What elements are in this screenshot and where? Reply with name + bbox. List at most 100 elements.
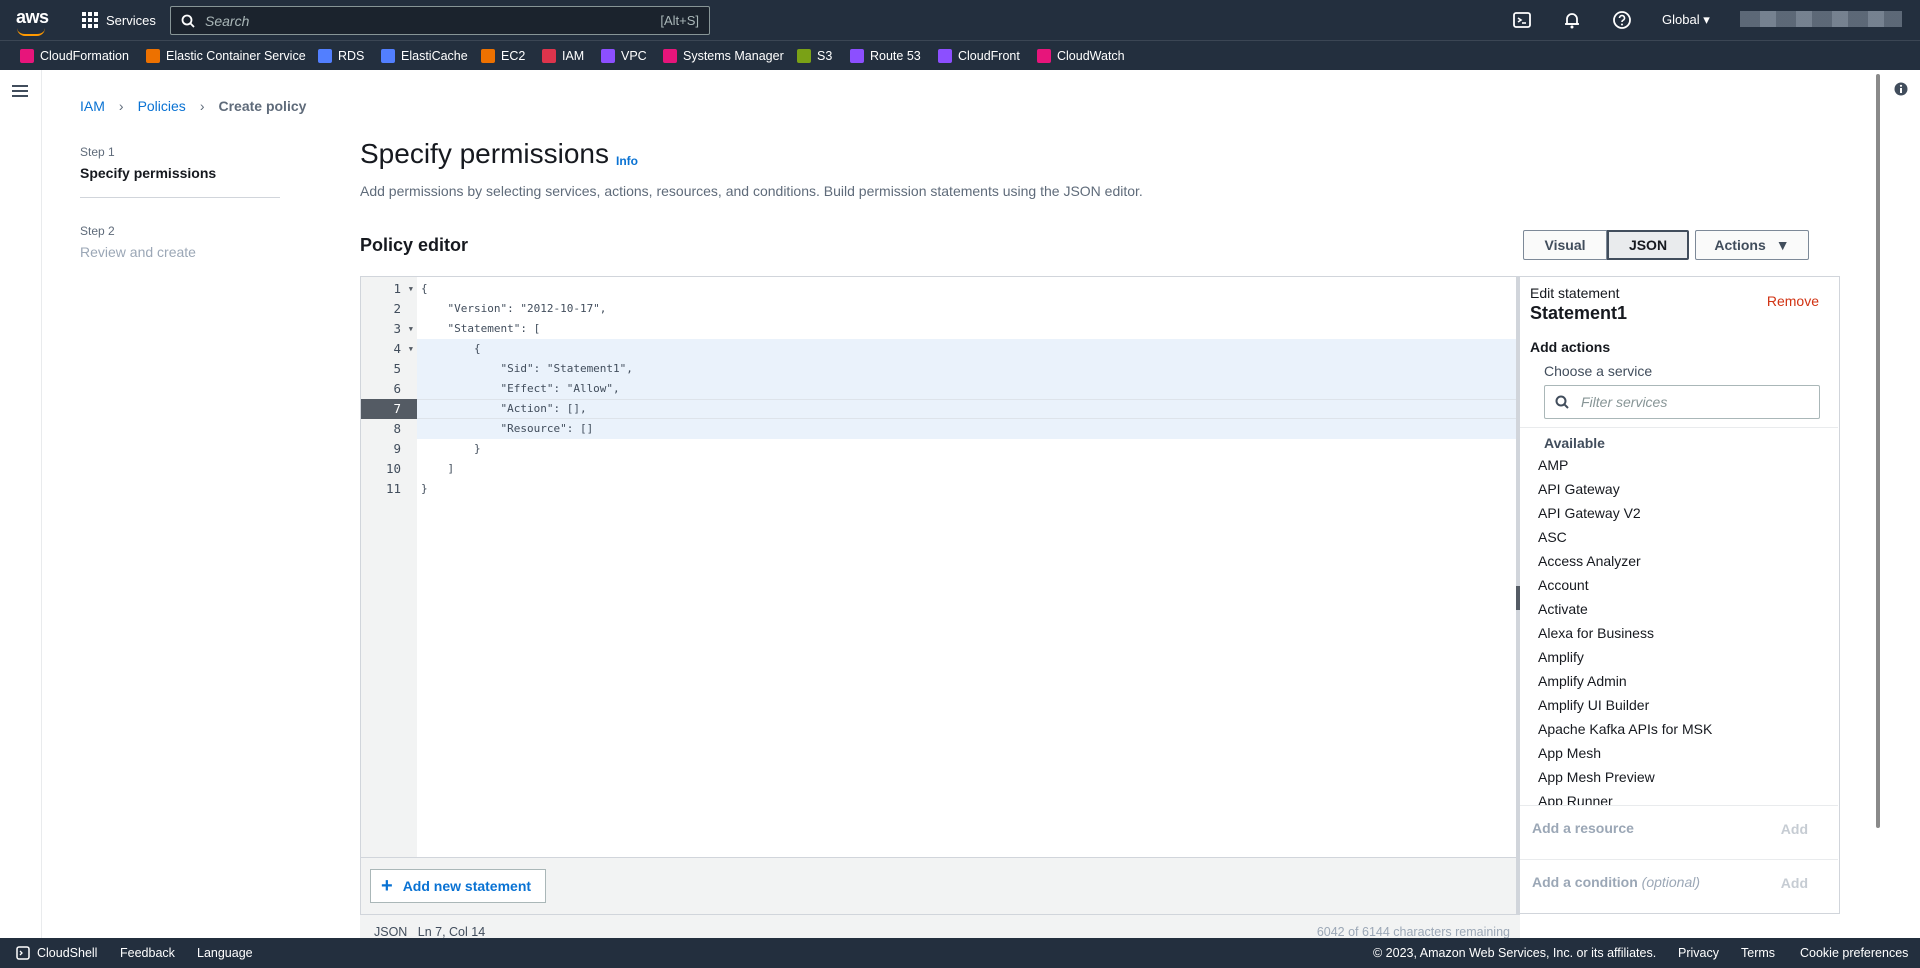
add-condition-label: Add a condition (optional) bbox=[1532, 874, 1700, 890]
add-resource-button[interactable]: Add bbox=[1781, 821, 1808, 837]
page-scrollbar[interactable] bbox=[1876, 74, 1880, 828]
policy-editor-title: Policy editor bbox=[360, 235, 469, 255]
service-item[interactable]: Account bbox=[1538, 577, 1589, 593]
cloudfront-icon bbox=[938, 49, 952, 63]
step2-label: Step 2 bbox=[80, 224, 115, 238]
fav-label: CloudFormation bbox=[40, 49, 129, 63]
search-icon bbox=[181, 14, 195, 28]
code-line: "Version": "2012-10-17", bbox=[421, 302, 607, 315]
grid-icon bbox=[82, 12, 98, 28]
cursor-position: JSON Ln 7, Col 14 bbox=[374, 925, 486, 939]
cloudwatch-icon bbox=[1037, 49, 1051, 63]
line-number-text: 3 bbox=[393, 321, 401, 336]
fold-arrow-icon[interactable]: ▼ bbox=[409, 279, 413, 299]
actions-dropdown-button[interactable]: Actions ▼ bbox=[1695, 230, 1809, 260]
fav-iam[interactable]: IAM bbox=[542, 41, 584, 71]
search-shortcut: [Alt+S] bbox=[660, 13, 699, 28]
service-item[interactable]: Apache Kafka APIs for MSK bbox=[1538, 721, 1712, 737]
service-item[interactable]: Alexa for Business bbox=[1538, 625, 1654, 641]
fold-arrow-icon[interactable]: ▼ bbox=[409, 319, 413, 339]
search-placeholder: Search bbox=[205, 12, 250, 29]
fav-elasticache[interactable]: ElastiCache bbox=[381, 41, 468, 71]
wizard-steps: Step 1 Specify permissions Step 2 Review… bbox=[80, 145, 280, 260]
breadcrumb: IAM › Policies › Create policy bbox=[80, 98, 306, 114]
code-line: { bbox=[421, 342, 481, 355]
fold-arrow-icon[interactable]: ▼ bbox=[409, 339, 413, 359]
s3-icon bbox=[797, 49, 811, 63]
fav-cloudfront[interactable]: CloudFront bbox=[938, 41, 1020, 71]
fav-label: IAM bbox=[562, 49, 585, 63]
service-item[interactable]: App Mesh Preview bbox=[1538, 769, 1655, 785]
cloudshell-icon[interactable] bbox=[1512, 10, 1532, 30]
add-new-statement-button[interactable]: + Add new statement bbox=[370, 869, 546, 903]
add-condition-button[interactable]: Add bbox=[1781, 875, 1808, 891]
fav-vpc[interactable]: VPC bbox=[601, 41, 647, 71]
service-item[interactable]: Amplify Admin bbox=[1538, 673, 1627, 689]
remove-statement-button[interactable]: Remove bbox=[1767, 293, 1819, 309]
code-line: } bbox=[421, 482, 428, 495]
code-area[interactable]: { "Version": "2012-10-17", "Statement": … bbox=[417, 277, 1517, 857]
breadcrumb-current: Create policy bbox=[218, 98, 307, 114]
step-divider bbox=[80, 197, 280, 198]
language-link[interactable]: Language bbox=[197, 946, 253, 960]
privacy-link[interactable]: Privacy bbox=[1678, 946, 1719, 960]
region-selector[interactable]: Global ▾ bbox=[1662, 12, 1710, 28]
fav-s3[interactable]: S3 bbox=[797, 41, 832, 71]
service-item[interactable]: App Runner bbox=[1538, 793, 1613, 805]
breadcrumb-iam[interactable]: IAM bbox=[80, 98, 105, 114]
route53-icon bbox=[850, 49, 864, 63]
editor-status-bar: JSON Ln 7, Col 14 6042 of 6144 character… bbox=[360, 914, 1520, 939]
favorites-bar: CloudFormation Elastic Container Service… bbox=[0, 40, 1920, 70]
service-item[interactable]: API Gateway bbox=[1538, 481, 1620, 497]
service-item[interactable]: AMP bbox=[1538, 457, 1568, 473]
service-item[interactable]: Activate bbox=[1538, 601, 1588, 617]
fav-cloudwatch[interactable]: CloudWatch bbox=[1037, 41, 1125, 71]
line-number: 11 bbox=[385, 481, 401, 496]
service-item[interactable]: ASC bbox=[1538, 529, 1567, 545]
fav-ec2[interactable]: EC2 bbox=[481, 41, 525, 71]
breadcrumb-policies[interactable]: Policies bbox=[138, 98, 186, 114]
chevron-right-icon: › bbox=[118, 98, 124, 114]
feedback-link[interactable]: Feedback bbox=[120, 946, 175, 960]
characters-remaining: 6042 of 6144 characters remaining bbox=[1316, 925, 1510, 939]
code-line: { bbox=[421, 282, 428, 295]
aws-logo[interactable]: aws bbox=[16, 7, 49, 36]
statement-name: Statement1 bbox=[1530, 303, 1628, 323]
cookie-preferences-link[interactable]: Cookie preferences bbox=[1800, 946, 1908, 960]
service-item[interactable]: API Gateway V2 bbox=[1538, 505, 1641, 521]
rds-icon bbox=[318, 49, 332, 63]
terms-link[interactable]: Terms bbox=[1741, 946, 1775, 960]
filter-services-input[interactable]: Filter services bbox=[1544, 385, 1820, 419]
ecs-icon bbox=[146, 49, 160, 63]
info-link[interactable]: Info bbox=[616, 154, 638, 168]
service-item[interactable]: App Mesh bbox=[1538, 745, 1601, 761]
visual-tab-button[interactable]: Visual bbox=[1523, 230, 1607, 260]
service-item[interactable]: Amplify bbox=[1538, 649, 1584, 665]
divider bbox=[1520, 427, 1838, 428]
caret-down-icon: ▾ bbox=[1703, 12, 1710, 27]
fav-label: RDS bbox=[338, 49, 365, 63]
line-number: 10 bbox=[385, 461, 401, 476]
side-navigation-rail bbox=[0, 70, 42, 938]
add-condition-text: Add a condition bbox=[1532, 874, 1638, 890]
account-menu-redacted[interactable] bbox=[1740, 11, 1902, 27]
code-line: "Sid": "Statement1", bbox=[421, 362, 633, 375]
fav-route-53[interactable]: Route 53 bbox=[850, 41, 921, 71]
cloudshell-link[interactable]: CloudShell bbox=[37, 946, 97, 960]
fav-cloudformation[interactable]: CloudFormation bbox=[20, 41, 129, 71]
fav-elastic-container-service[interactable]: Elastic Container Service bbox=[146, 41, 306, 71]
edit-statement-label: Edit statement bbox=[1530, 285, 1620, 301]
json-tab-button[interactable]: JSON bbox=[1607, 230, 1689, 260]
search-input[interactable]: Search [Alt+S] bbox=[170, 6, 710, 35]
services-menu-button[interactable]: Services bbox=[82, 0, 156, 40]
fav-systems-manager[interactable]: Systems Manager bbox=[663, 41, 784, 71]
hamburger-menu-icon[interactable] bbox=[12, 84, 28, 98]
json-code-editor[interactable]: 1 ▼ 2 3 ▼ 4 ▼ 5 6 7 8 9 10 11 { "Version": … bbox=[360, 276, 1521, 858]
service-item[interactable]: Access Analyzer bbox=[1538, 553, 1641, 569]
help-icon[interactable] bbox=[1612, 10, 1632, 30]
services-list[interactable]: AMP API Gateway API Gateway V2 ASC Acces… bbox=[1520, 457, 1838, 805]
service-item[interactable]: Amplify UI Builder bbox=[1538, 697, 1649, 713]
info-icon[interactable] bbox=[1894, 82, 1908, 96]
notifications-bell-icon[interactable] bbox=[1562, 10, 1582, 30]
fav-rds[interactable]: RDS bbox=[318, 41, 364, 71]
